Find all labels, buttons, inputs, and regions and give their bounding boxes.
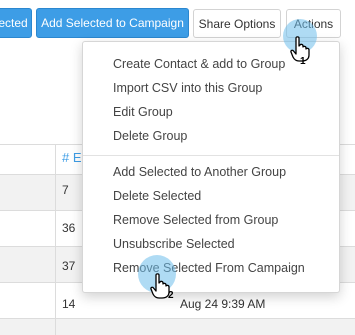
menu-item-edit-group[interactable]: Edit Group <box>113 105 173 119</box>
menu-item-remove-from-group[interactable]: Remove Selected from Group <box>113 213 278 227</box>
table-row[interactable] <box>0 318 355 335</box>
step-number-1: 1 <box>300 56 306 67</box>
menu-item-create-contact[interactable]: Create Contact & add to Group <box>113 57 285 71</box>
share-options-button[interactable]: Share Options <box>193 9 281 38</box>
menu-item-delete-group[interactable]: Delete Group <box>113 129 187 143</box>
menu-item-unsubscribe-selected[interactable]: Unsubscribe Selected <box>113 237 235 251</box>
column-divider <box>55 144 56 335</box>
email-count-column-header[interactable]: # E <box>62 150 82 165</box>
menu-item-add-to-another-group[interactable]: Add Selected to Another Group <box>113 165 286 179</box>
step-number-2: 2 <box>168 290 174 301</box>
table-cell: 7 <box>62 183 69 197</box>
menu-item-import-csv[interactable]: Import CSV into this Group <box>113 81 262 95</box>
add-selected-to-campaign-button[interactable]: Add Selected to Campaign <box>36 8 189 38</box>
partial-selected-button[interactable]: ected <box>0 8 32 38</box>
menu-item-delete-selected[interactable]: Delete Selected <box>113 189 201 203</box>
table-cell: 36 <box>62 221 76 235</box>
menu-divider <box>83 155 339 156</box>
table-cell: 14 <box>62 297 76 311</box>
actions-dropdown-menu: Create Contact & add to Group Import CSV… <box>82 41 340 293</box>
table-date-cell: Aug 24 9:39 AM <box>180 297 266 311</box>
table-cell: 37 <box>62 259 76 273</box>
